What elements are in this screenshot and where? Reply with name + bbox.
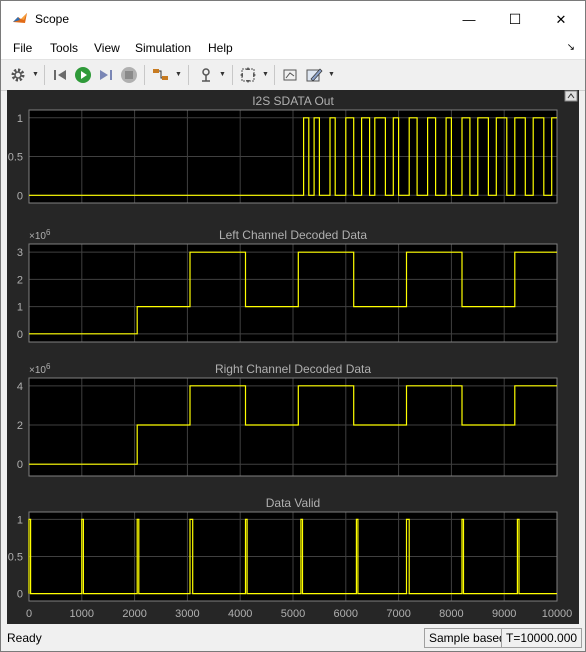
stop-icon[interactable]	[119, 65, 139, 85]
axes-2: 024Right Channel Decoded Data×106	[17, 362, 558, 477]
menu-bar: File Tools View Simulation Help ↘	[1, 38, 585, 59]
zoom-dropdown-icon[interactable]: ▼	[262, 71, 269, 78]
y-tick-label: 3	[17, 247, 23, 259]
gear-dropdown-icon[interactable]: ▼	[32, 71, 39, 78]
zoom-axes-icon[interactable]	[238, 65, 258, 85]
y-tick-label: 2	[17, 420, 23, 432]
window-title: Scope	[35, 12, 70, 26]
toolbar-separator	[274, 65, 275, 85]
menu-simulation[interactable]: Simulation	[135, 41, 191, 55]
matlab-logo-icon	[13, 13, 27, 23]
y-tick-label: 0.5	[8, 552, 23, 564]
minimize-icon: —	[462, 12, 476, 27]
x-tick-label: 5000	[281, 608, 305, 620]
minimize-button[interactable]: —	[446, 1, 492, 38]
menu-tools[interactable]: Tools	[50, 41, 78, 55]
y-tick-label: 0.5	[8, 152, 23, 164]
x-tick-label: 7000	[386, 608, 410, 620]
x-tick-label: 4000	[228, 608, 252, 620]
sample-mode-badge: Sample based	[424, 628, 511, 648]
y-tick-label: 1	[17, 514, 23, 526]
y-tick-label: 0	[17, 459, 23, 471]
step-back-icon[interactable]	[50, 65, 70, 85]
plot-title: Data Valid	[266, 496, 320, 510]
y-tick-label: 2	[17, 274, 23, 286]
toolbar-separator	[144, 65, 145, 85]
status-text: Ready	[7, 631, 42, 645]
plot-title: Right Channel Decoded Data	[215, 362, 371, 376]
x-tick-label: 8000	[439, 608, 463, 620]
toolbar-separator	[188, 65, 189, 85]
toolbar-separator	[44, 65, 45, 85]
x-tick-label: 0	[26, 608, 32, 620]
sim-time-readout: T=10000.000	[501, 628, 583, 648]
run-icon[interactable]	[73, 65, 93, 85]
menu-file[interactable]: File	[13, 41, 32, 55]
title-bar: Scope — ☐ ✕	[1, 1, 585, 38]
axes-0: 0 0.5 1 I2S SDATA Out	[8, 94, 558, 204]
x-tick-label: 9000	[492, 608, 516, 620]
plot-title: I2S SDATA Out	[252, 94, 334, 108]
axes-3: 0 0.5 1 Data Valid 0 1000 2000 3000 4000 5000 6000…	[8, 496, 573, 620]
axes-1: 0123Left Channel Decoded Data×106	[17, 228, 558, 343]
gear-icon[interactable]	[8, 65, 28, 85]
x-tick-label: 10000	[542, 608, 573, 620]
highlight-icon[interactable]	[304, 65, 324, 85]
toolbar-separator	[232, 65, 233, 85]
status-bar: Ready Sample based T=10000.000	[1, 626, 585, 651]
step-forward-icon[interactable]	[96, 65, 116, 85]
close-button[interactable]: ✕	[538, 1, 584, 38]
x-tick-label: 3000	[175, 608, 199, 620]
scope-window: Scope — ☐ ✕ File Tools View Simulation H…	[0, 0, 586, 652]
undock-icon[interactable]	[564, 90, 578, 102]
signal-select-dropdown-icon[interactable]: ▼	[175, 71, 182, 78]
highlight-dropdown-icon[interactable]: ▼	[328, 71, 335, 78]
x-tick-label: 6000	[334, 608, 358, 620]
dock-arrow-icon[interactable]: ↘	[567, 42, 575, 53]
menu-view[interactable]: View	[94, 41, 120, 55]
y-tick-label: 0	[17, 190, 23, 202]
x-tick-label: 1000	[70, 608, 94, 620]
y-tick-label: 0	[17, 589, 23, 601]
maximize-button[interactable]: ☐	[492, 1, 538, 38]
menu-help[interactable]: Help	[208, 41, 233, 55]
maximize-icon: ☐	[508, 11, 522, 27]
plot-title: Left Channel Decoded Data	[219, 228, 367, 242]
toolbar: ▼ ▼ ▼ ▼ ▼	[1, 59, 585, 91]
x-tick-label: 2000	[122, 608, 146, 620]
scope-plots: 0 0.5 1 I2S SDATA Out 0 1 2 3 Left Channel Decod…	[7, 90, 579, 624]
y-tick-label: 4	[17, 381, 23, 393]
close-icon: ✕	[555, 11, 567, 27]
trigger-icon[interactable]	[196, 65, 216, 85]
y-tick-label: 1	[17, 113, 23, 125]
trigger-dropdown-icon[interactable]: ▼	[219, 71, 226, 78]
style-icon[interactable]	[280, 65, 300, 85]
y-tick-label: 0	[17, 329, 23, 341]
signal-select-icon[interactable]	[151, 65, 171, 85]
scope-display: 0 0.5 1 I2S SDATA Out 0 1 2 3 Left Channel Decod…	[7, 90, 579, 624]
y-tick-label: 1	[17, 302, 23, 314]
